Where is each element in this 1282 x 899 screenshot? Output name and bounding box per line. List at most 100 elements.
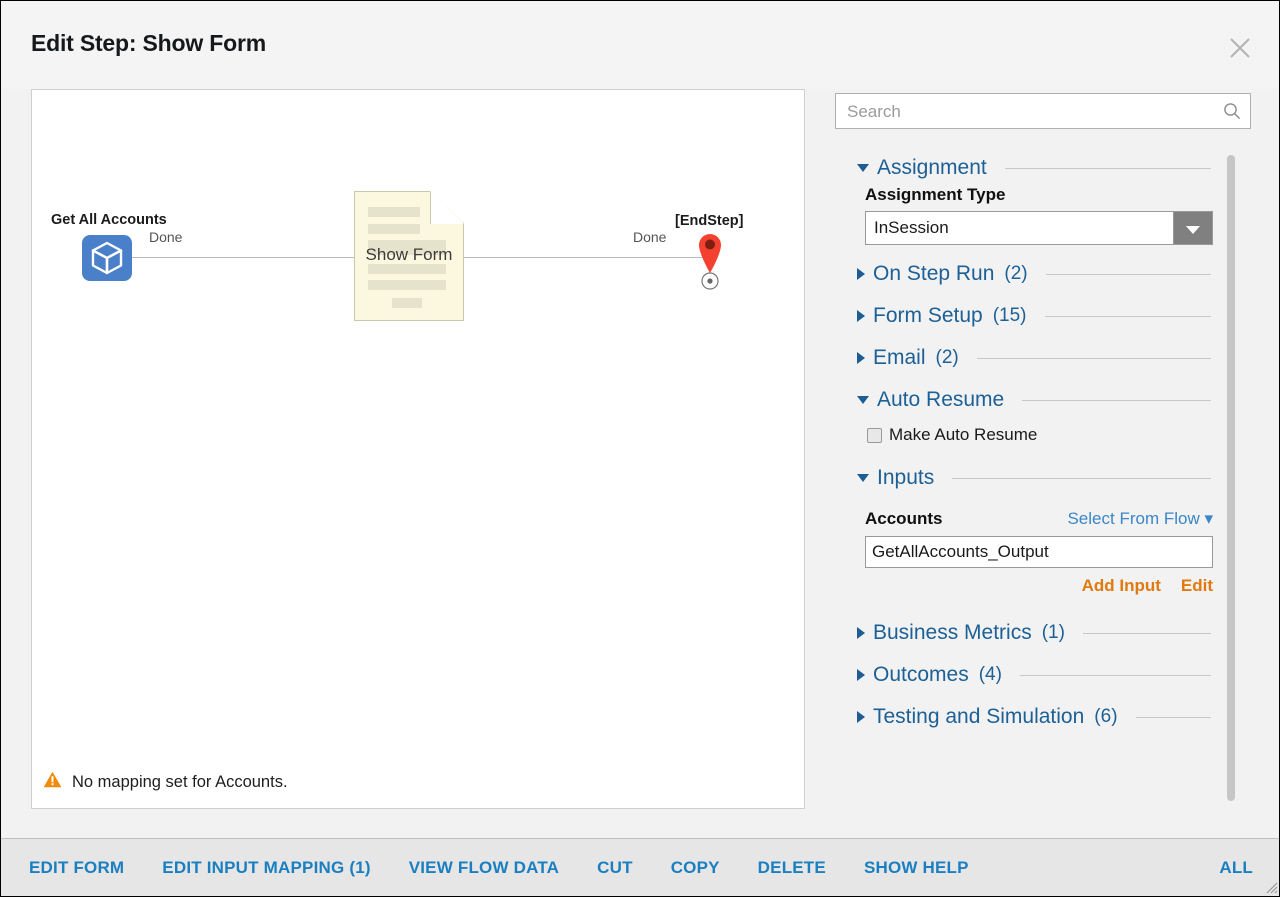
section-rule — [952, 477, 1211, 479]
section-title: Auto Resume — [877, 388, 1005, 411]
map-pin-icon[interactable] — [697, 232, 723, 274]
form-placeholder-bar — [392, 298, 422, 308]
section-rule — [1019, 674, 1211, 676]
edit-input-link[interactable]: Edit — [1181, 576, 1213, 596]
make-auto-resume-label: Make Auto Resume — [889, 425, 1038, 444]
section-count: (15) — [992, 305, 1027, 326]
assignment-type-value[interactable]: InSession — [865, 211, 1213, 245]
section-title: Testing and Simulation — [873, 705, 1085, 728]
edit-input-mapping-button[interactable]: EDIT INPUT MAPPING (1) — [162, 858, 370, 878]
section-rule — [1022, 399, 1211, 401]
chevron-right-icon — [857, 268, 865, 280]
section-count: (2) — [1004, 263, 1028, 284]
form-placeholder-bar — [368, 207, 420, 217]
section-header-outcomes[interactable]: Outcomes (4) — [835, 658, 1215, 692]
toolbar-right-group: ALL — [1219, 839, 1253, 896]
add-input-link[interactable]: Add Input — [1082, 576, 1161, 596]
section-rule — [1082, 632, 1211, 634]
section-title: Email — [873, 346, 926, 369]
chevron-down-icon — [857, 474, 869, 482]
canvas-warning-text: No mapping set for Accounts. — [72, 772, 288, 791]
panel-scrollbar[interactable] — [1227, 155, 1235, 801]
assignment-type-label: Assignment Type — [865, 185, 1006, 204]
chevron-right-icon — [857, 627, 865, 639]
section-rule — [1044, 315, 1211, 317]
section-count: (2) — [935, 347, 959, 368]
form-placeholder-bar — [368, 224, 420, 234]
connector-label-done-1: Done — [149, 229, 183, 245]
dialog-titlebar: Edit Step: Show Form — [1, 1, 1279, 89]
section-header-auto-resume[interactable]: Auto Resume — [835, 383, 1215, 417]
show-help-button[interactable]: SHOW HELP — [864, 858, 969, 878]
section-count: (4) — [978, 664, 1002, 685]
panel-scroll-area[interactable]: Assignment Assignment Type InSession On … — [835, 151, 1253, 805]
search-input[interactable] — [845, 94, 1219, 130]
select-from-flow-dropdown[interactable]: Select From Flow ▾ — [1067, 509, 1213, 529]
form-placeholder-bar — [368, 264, 446, 274]
section-title: Inputs — [877, 466, 935, 489]
properties-panel: Assignment Assignment Type InSession On … — [835, 89, 1253, 805]
search-box[interactable] — [835, 93, 1251, 130]
chevron-right-icon — [857, 310, 865, 322]
connector-label-done-2: Done — [633, 229, 667, 245]
inputs-accounts-label: Accounts — [865, 509, 943, 528]
edit-form-button[interactable]: EDIT FORM — [29, 858, 124, 878]
section-header-testing-and-simulation[interactable]: Testing and Simulation (6) — [835, 700, 1215, 734]
chevron-right-icon — [857, 711, 865, 723]
form-placeholder-bar — [368, 280, 446, 290]
section-header-email[interactable]: Email (2) — [835, 341, 1215, 375]
select-from-flow-label: Select From Flow — [1067, 509, 1200, 528]
section-rule — [976, 357, 1211, 359]
chevron-right-icon — [857, 352, 865, 364]
flow-canvas[interactable]: Get All Accounts Done Show Form Done [En… — [31, 89, 805, 809]
copy-button[interactable]: COPY — [671, 858, 720, 878]
chevron-down-icon — [857, 396, 869, 404]
delete-button[interactable]: DELETE — [758, 858, 826, 878]
section-title: On Step Run — [873, 262, 995, 285]
toolbar-left-group: EDIT FORM EDIT INPUT MAPPING (1) VIEW FL… — [29, 839, 969, 896]
all-button[interactable]: ALL — [1219, 858, 1253, 878]
section-title: Business Metrics — [873, 621, 1032, 644]
chevron-down-icon: ▾ — [1204, 509, 1213, 528]
section-rule — [1045, 273, 1211, 275]
section-header-business-metrics[interactable]: Business Metrics (1) — [835, 616, 1215, 650]
connector-line-1 — [132, 257, 386, 258]
node-show-form[interactable]: Show Form — [354, 191, 464, 321]
node-label-get-all-accounts: Get All Accounts — [51, 212, 167, 228]
section-title: Assignment — [877, 156, 987, 179]
resize-grip-icon[interactable] — [1264, 880, 1278, 894]
section-header-form-setup[interactable]: Form Setup (15) — [835, 299, 1215, 333]
canvas-warning-message: No mapping set for Accounts. — [43, 771, 288, 793]
close-icon[interactable] — [1225, 33, 1255, 63]
assignment-type-select[interactable]: InSession — [865, 211, 1213, 245]
make-auto-resume-checkbox[interactable] — [867, 427, 882, 443]
warning-triangle-icon — [43, 771, 62, 793]
inputs-accounts-row: Accounts Select From Flow ▾ — [865, 509, 1213, 529]
chevron-down-icon — [857, 164, 869, 172]
inputs-accounts-value[interactable]: GetAllAccounts_Output — [865, 536, 1213, 568]
dialog-toolbar: EDIT FORM EDIT INPUT MAPPING (1) VIEW FL… — [1, 838, 1279, 896]
node-label-end-step: [EndStep] — [675, 213, 744, 229]
section-count: (6) — [1094, 706, 1118, 727]
make-auto-resume-checkbox-row[interactable]: Make Auto Resume — [867, 425, 1215, 445]
search-icon[interactable] — [1223, 102, 1241, 120]
section-header-on-step-run[interactable]: On Step Run (2) — [835, 257, 1215, 291]
section-title: Form Setup — [873, 304, 983, 327]
node-label-show-form: Show Form — [365, 245, 453, 264]
section-title: Outcomes — [873, 663, 969, 686]
section-header-inputs[interactable]: Inputs — [835, 461, 1215, 495]
edit-step-dialog: Edit Step: Show Form Get All Accounts Do… — [0, 0, 1280, 897]
section-count: (1) — [1041, 622, 1065, 643]
chevron-down-icon[interactable] — [1173, 211, 1213, 245]
view-flow-data-button[interactable]: VIEW FLOW DATA — [409, 858, 559, 878]
page-title: Edit Step: Show Form — [31, 30, 266, 56]
cut-button[interactable]: CUT — [597, 858, 633, 878]
chevron-right-icon — [857, 669, 865, 681]
cube-icon[interactable] — [82, 235, 132, 281]
inputs-action-links: Add Input Edit — [865, 576, 1213, 596]
section-rule — [1135, 716, 1211, 718]
section-header-assignment[interactable]: Assignment — [835, 151, 1215, 185]
page-fold-corner — [430, 191, 464, 224]
section-rule — [1004, 167, 1211, 169]
connector-line-2 — [464, 257, 710, 258]
